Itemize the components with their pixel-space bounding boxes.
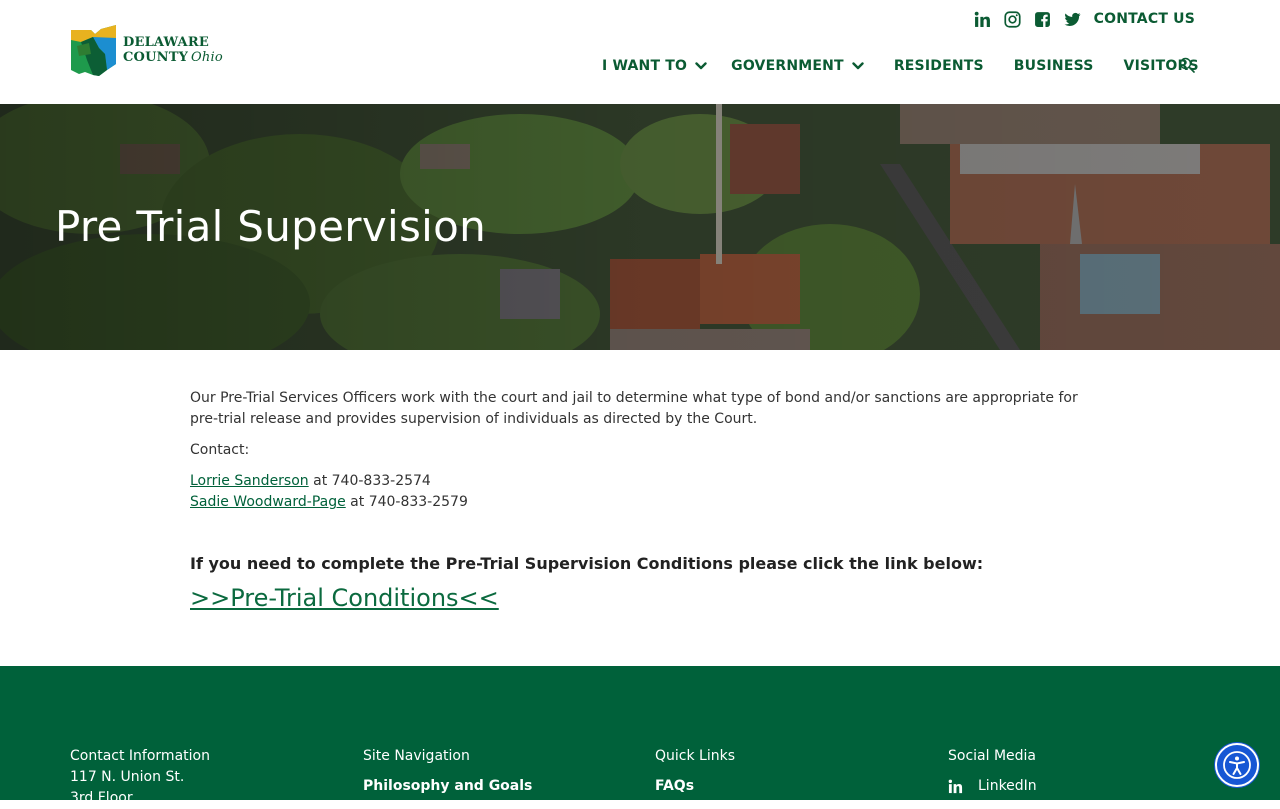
- utility-bar: CONTACT US: [974, 9, 1195, 29]
- nav-business[interactable]: BUSINESS: [1014, 58, 1094, 74]
- page-title: Pre Trial Supervision: [55, 202, 487, 251]
- contact-phone: at 740-833-2574: [308, 473, 431, 489]
- footer-heading: Social Media: [948, 748, 1037, 764]
- nav-government[interactable]: GOVERNMENT: [731, 58, 864, 74]
- nav-i-want-to[interactable]: I WANT TO: [602, 58, 707, 74]
- contact-name-link[interactable]: Sadie Woodward-Page: [190, 494, 346, 510]
- contact-name-link[interactable]: Lorrie Sanderson: [190, 473, 309, 489]
- chevron-down-icon: [852, 62, 864, 70]
- conditions-callout: If you need to complete the Pre-Trial Su…: [190, 554, 984, 573]
- site-footer: Contact Information 117 N. Union St. 3rd…: [0, 666, 1280, 806]
- footer-quick-links-column: Quick Links FAQs: [655, 746, 735, 797]
- nav-label: I WANT TO: [602, 58, 688, 74]
- logo-wordmark: DELAWARE COUNTY Ohio: [123, 35, 223, 65]
- instagram-icon[interactable]: [1004, 10, 1021, 28]
- footer-address-line: 117 N. Union St.: [70, 769, 185, 785]
- footer-link-label: LinkedIn: [978, 778, 1037, 794]
- contact-phone: at 740-833-2579: [345, 494, 468, 510]
- contact-label: Contact:: [190, 442, 250, 458]
- main-nav: I WANT TO GOVERNMENT RESIDENTS BUSINESS …: [602, 58, 1199, 74]
- linkedin-icon[interactable]: [974, 11, 991, 28]
- footer-heading: Contact Information: [70, 748, 210, 764]
- footer-heading: Quick Links: [655, 748, 736, 764]
- footer-link-faqs[interactable]: FAQs: [655, 778, 694, 794]
- accessibility-button[interactable]: [1215, 743, 1259, 787]
- footer-site-nav-column: Site Navigation Philosophy and Goals: [363, 746, 532, 797]
- site-header: DELAWARE COUNTY Ohio CONTACT US I WANT TO…: [0, 0, 1280, 104]
- contact-row: Lorrie Sanderson at 740-833-2574: [190, 471, 1090, 492]
- county-logo[interactable]: DELAWARE COUNTY Ohio: [69, 24, 229, 80]
- contact-us-link[interactable]: CONTACT US: [1094, 11, 1195, 27]
- footer-link-philosophy[interactable]: Philosophy and Goals: [363, 778, 532, 794]
- search-icon[interactable]: [1179, 57, 1195, 73]
- pretrial-conditions-link[interactable]: >>Pre-Trial Conditions<<: [190, 586, 499, 610]
- footer-linkedin-link[interactable]: LinkedIn: [948, 776, 1037, 797]
- footer-address-line: 3rd Floor: [70, 790, 133, 806]
- linkedin-icon: [948, 779, 963, 794]
- twitter-icon[interactable]: [1064, 11, 1081, 28]
- main-content: Our Pre-Trial Services Officers work wit…: [190, 388, 1090, 613]
- facebook-icon[interactable]: [1034, 11, 1051, 28]
- nav-label: GOVERNMENT: [731, 58, 844, 74]
- hero-banner: Pre Trial Supervision: [0, 104, 1280, 350]
- nav-residents[interactable]: RESIDENTS: [894, 58, 984, 74]
- chevron-down-icon: [695, 62, 707, 70]
- accessibility-icon: [1223, 751, 1251, 779]
- ohio-logo-icon: [71, 25, 116, 76]
- contact-list: Lorrie Sanderson at 740-833-2574 Sadie W…: [190, 471, 1090, 513]
- intro-paragraph: Our Pre-Trial Services Officers work wit…: [190, 390, 1078, 427]
- contact-row: Sadie Woodward-Page at 740-833-2579: [190, 492, 1090, 513]
- footer-social-column: Social Media LinkedIn: [948, 746, 1037, 797]
- footer-heading: Site Navigation: [363, 748, 470, 764]
